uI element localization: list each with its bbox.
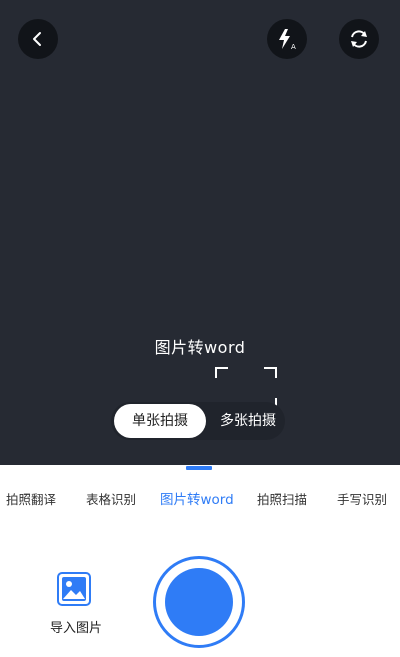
flash-button[interactable]: A (267, 19, 307, 59)
shutter-button[interactable] (153, 556, 245, 648)
tab-handwriting-recognition[interactable]: 手写识别 (337, 485, 387, 515)
back-button[interactable] (18, 19, 58, 59)
single-shot-option[interactable]: 单张拍摄 (114, 404, 206, 438)
import-image-label: 导入图片 (49, 621, 102, 636)
chevron-left-icon (33, 32, 41, 46)
mode-tabs: 拍照翻译 表格识别 图片转word 拍照扫描 手写识别 (0, 485, 400, 515)
tab-image-to-word[interactable]: 图片转word (160, 485, 234, 515)
capture-mode-toggle: 单张拍摄 多张拍摄 (111, 402, 285, 440)
mode-title: 图片转word (154, 338, 246, 357)
camera-switch-button[interactable] (339, 19, 379, 59)
image-icon (57, 572, 91, 606)
shutter-button-inner (165, 568, 233, 636)
svg-text:A: A (291, 43, 296, 51)
import-image-button[interactable]: 导入图片 (44, 572, 108, 642)
camera-viewfinder: A 图片转word 单张拍摄 多张拍摄 (0, 0, 400, 465)
tab-photo-translate[interactable]: 拍照翻译 (6, 485, 56, 515)
camera-switch-icon (351, 30, 367, 48)
flash-auto-icon: A (279, 29, 296, 51)
tab-photo-scan[interactable]: 拍照扫描 (257, 485, 307, 515)
multi-shot-option[interactable]: 多张拍摄 (211, 402, 285, 440)
active-tab-indicator (186, 466, 212, 470)
tab-table-recognition[interactable]: 表格识别 (86, 485, 136, 515)
